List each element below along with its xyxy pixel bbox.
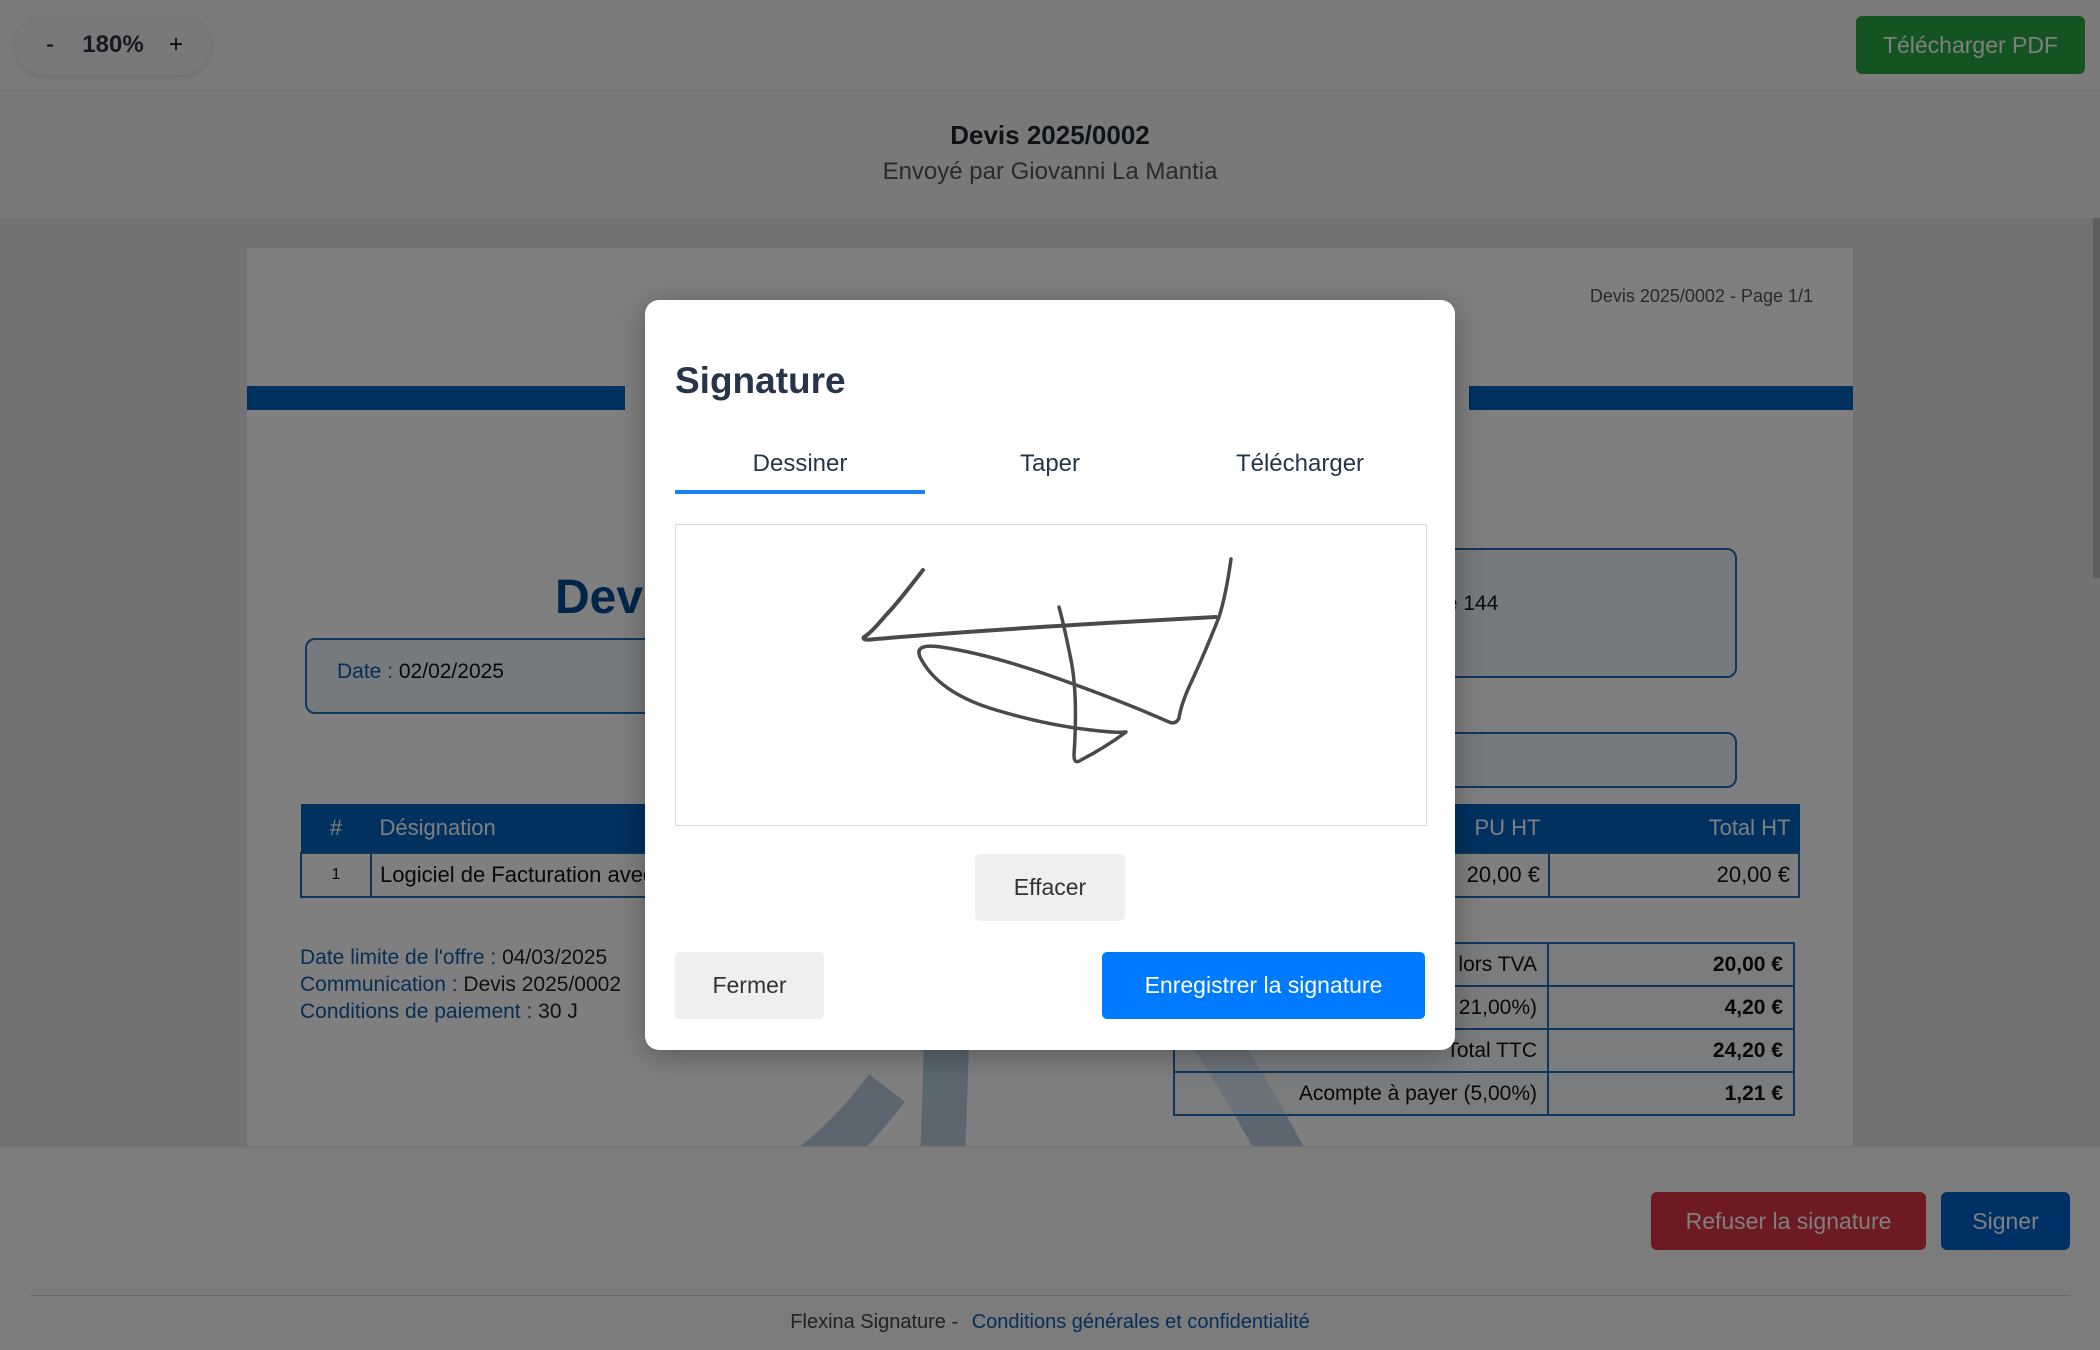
signature-drawing bbox=[861, 557, 1233, 764]
signature-modal: Signature Dessiner Taper Télécharger Eff… bbox=[645, 300, 1455, 1050]
signature-canvas[interactable] bbox=[675, 524, 1427, 826]
tab-type[interactable]: Taper bbox=[925, 440, 1175, 494]
save-signature-button[interactable]: Enregistrer la signature bbox=[1102, 952, 1425, 1019]
tab-draw[interactable]: Dessiner bbox=[675, 440, 925, 494]
signature-tabs: Dessiner Taper Télécharger bbox=[675, 440, 1425, 494]
close-modal-button[interactable]: Fermer bbox=[675, 952, 824, 1019]
modal-title: Signature bbox=[675, 360, 846, 401]
tab-upload[interactable]: Télécharger bbox=[1175, 440, 1425, 494]
clear-signature-button[interactable]: Effacer bbox=[975, 854, 1125, 921]
